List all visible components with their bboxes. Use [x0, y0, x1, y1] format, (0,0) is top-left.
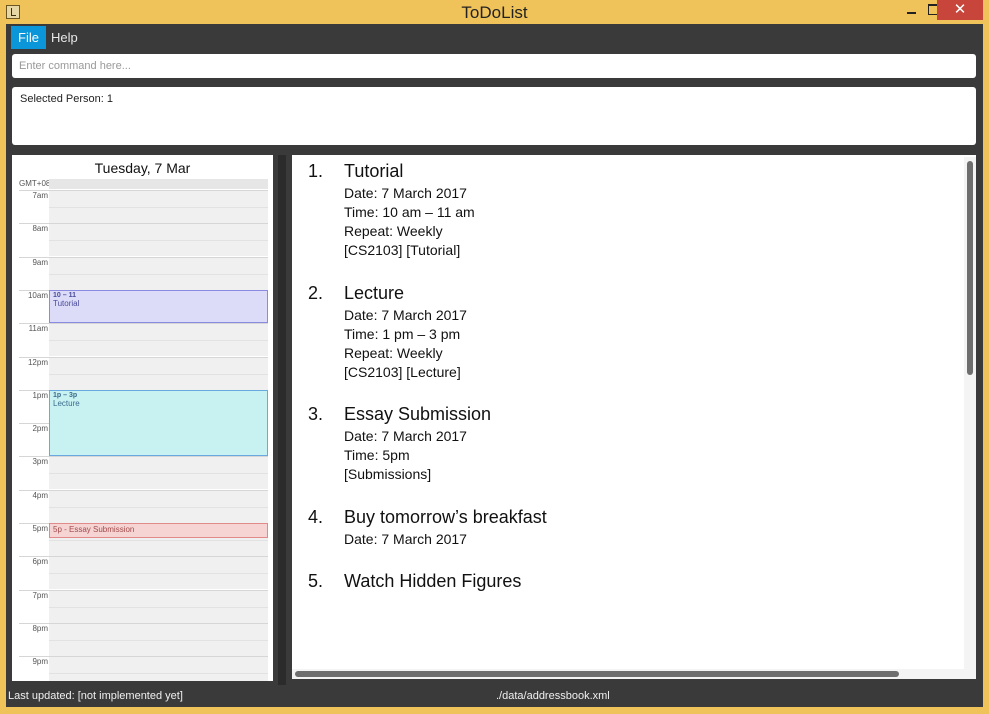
calendar-hour-label: 8pm — [32, 623, 48, 633]
calendar-event-tutorial[interactable]: 10 – 11 Tutorial — [49, 289, 268, 324]
minimize-icon[interactable] — [898, 0, 924, 20]
calendar-event-title: Lecture — [53, 398, 80, 408]
status-file-path: ./data/addressbook.xml — [496, 690, 610, 702]
calendar-event-essay-submission[interactable]: 5p - Essay Submission — [49, 523, 268, 538]
calendar-hour-label: 8am — [32, 224, 48, 234]
menu-bar: File Help — [6, 24, 983, 51]
window-title: ToDoList — [461, 3, 528, 22]
task-list[interactable]: 1. Tutorial Date: 7 March 2017 Time: 10 am … — [292, 155, 976, 679]
calendar-hour-cell[interactable] — [49, 456, 268, 490]
status-bar: Last updated: [not implemented yet] ./da… — [6, 685, 983, 707]
calendar-hour-row[interactable]: 7am — [12, 190, 273, 223]
calendar-hour-row[interactable]: 11am — [12, 323, 273, 357]
task-detail: Repeat: Weekly — [344, 345, 443, 361]
calendar-allday-row[interactable] — [49, 179, 268, 189]
task-card[interactable]: 5. Watch Hidden Figures — [308, 571, 948, 595]
task-detail: [CS2103] [Lecture] — [344, 364, 461, 380]
task-detail: Repeat: Weekly — [344, 223, 443, 239]
calendar-hour-cell[interactable] — [49, 556, 268, 590]
task-detail: Date: 7 March 2017 — [344, 307, 467, 323]
calendar-date-header: Tuesday, 7 Mar — [94, 160, 191, 176]
task-name: Watch Hidden Figures — [344, 571, 522, 591]
task-detail: Time: 1 pm – 3 pm — [344, 326, 461, 342]
title-bar[interactable]: ToDoList ✕ — [0, 0, 989, 24]
calendar-hour-cell[interactable] — [49, 589, 268, 623]
menu-help[interactable]: Help — [44, 26, 85, 49]
calendar-hour-row[interactable]: 4pm — [12, 489, 273, 523]
calendar-hour-row[interactable]: 6pm — [12, 556, 273, 590]
calendar-event-lecture[interactable]: 1p – 3p Lecture — [49, 389, 268, 457]
task-detail: Date: 7 March 2017 — [344, 531, 467, 547]
task-detail: [Submissions] — [344, 466, 432, 482]
calendar-hour-label: 5pm — [32, 524, 48, 533]
calendar-hour-label: 3pm — [32, 457, 48, 467]
horizontal-scrollbar-thumb[interactable] — [295, 671, 899, 677]
task-card[interactable]: 2. Lecture Date: 7 March 2017 Time: 1 pm – … — [308, 283, 948, 383]
app-client-area: File Help Selected Person: 1 Tuesday, 7 … — [6, 24, 983, 707]
calendar-hour-cell[interactable] — [49, 223, 268, 257]
calendar-hour-row[interactable]: 3pm — [12, 456, 273, 490]
calendar-hour-label: 2pm — [32, 424, 48, 434]
task-card[interactable]: 4. Buy tomorrow’s breakfast Date: 7 March … — [308, 507, 948, 550]
calendar-hour-label: 9am — [32, 257, 48, 267]
task-index: 4. — [308, 507, 324, 527]
task-index: 2. — [308, 283, 324, 303]
calendar-hour-label: 7am — [32, 191, 48, 200]
task-index: 1. — [308, 161, 324, 181]
calendar-hour-label: 1pm — [32, 390, 48, 400]
task-name: Tutorial — [344, 161, 404, 181]
menu-file[interactable]: File — [11, 26, 46, 49]
command-input[interactable] — [12, 54, 976, 78]
calendar-event-title: Tutorial — [53, 298, 80, 308]
calendar-event-time: 1p – 3p — [53, 391, 78, 399]
calendar-hour-cell[interactable] — [49, 622, 268, 656]
task-detail: Date: 7 March 2017 — [344, 185, 467, 201]
calendar-hour-label: 6pm — [32, 557, 48, 567]
calendar-hour-cell[interactable] — [49, 656, 268, 681]
task-card[interactable]: 3. Essay Submission Date: 7 March 2017 Time… — [308, 404, 948, 485]
calendar-hour-row[interactable]: 9pm — [12, 656, 273, 681]
calendar-hour-cell[interactable] — [49, 256, 268, 290]
calendar-event-label: 5p - Essay Submission — [53, 525, 135, 534]
calendar-hour-row[interactable]: 12pm — [12, 356, 273, 390]
calendar-hour-label: 12pm — [27, 357, 48, 367]
calendar-hour-row[interactable]: 8pm — [12, 622, 273, 656]
task-name: Buy tomorrow’s breakfast — [344, 507, 547, 527]
task-index: 3. — [308, 404, 324, 424]
calendar-panel[interactable]: Tuesday, 7 Mar GMT+08 7am 8am 9am 10am 11am 1… — [12, 155, 273, 681]
task-card[interactable]: 1. Tutorial Date: 7 March 2017 Time: 10 am … — [308, 161, 948, 261]
task-detail: Time: 10 am – 11 am — [344, 204, 475, 220]
task-detail: [CS2103] [Tutorial] — [344, 242, 461, 258]
task-detail: Time: 5pm — [344, 447, 410, 463]
calendar-hour-cell[interactable] — [49, 190, 268, 223]
result-text: Selected Person: 1 — [20, 93, 113, 105]
calendar-hour-label: 10am — [27, 290, 48, 300]
calendar-hour-row[interactable]: 8am — [12, 223, 273, 257]
task-name: Essay Submission — [344, 404, 492, 424]
calendar-hour-label: 7pm — [32, 590, 48, 600]
task-name: Lecture — [344, 283, 405, 303]
calendar-hour-label: 11am — [28, 324, 48, 334]
calendar-day-grid[interactable]: 7am 8am 9am 10am 11am 12pm 1pm 2pm 3pm 4pm 5pm 6pm 7… — [12, 190, 273, 681]
calendar-event-time: 10 – 11 — [53, 291, 76, 299]
calendar-hour-cell[interactable] — [49, 356, 268, 390]
close-icon[interactable]: ✕ — [937, 0, 983, 20]
calendar-timezone: GMT+08 — [19, 179, 51, 188]
calendar-hour-row[interactable]: 9am — [12, 256, 273, 290]
calendar-hour-row[interactable]: 7pm — [12, 589, 273, 623]
calendar-hour-cell[interactable] — [49, 323, 268, 357]
task-index: 5. — [308, 571, 324, 591]
calendar-hour-label: 9pm — [32, 657, 48, 667]
status-last-updated: Last updated: [not implemented yet] — [8, 690, 183, 702]
panel-splitter[interactable] — [278, 155, 286, 685]
calendar-hour-label: 4pm — [32, 490, 48, 500]
task-detail: Date: 7 March 2017 — [344, 428, 467, 444]
result-display: Selected Person: 1 — [12, 87, 976, 145]
vertical-scrollbar-thumb[interactable] — [967, 161, 973, 375]
calendar-hour-cell[interactable] — [49, 489, 268, 523]
